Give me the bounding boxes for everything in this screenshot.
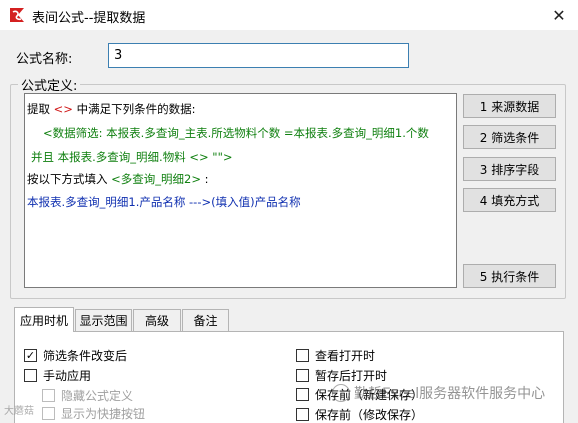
execute-condition-button[interactable]: 5 执行条件 xyxy=(463,264,556,288)
checkbox-icon[interactable] xyxy=(296,388,309,401)
formula-filter-line-2: 并且 本报表.多查询_明细.物料 <> ""> xyxy=(31,150,233,164)
tab-display-range[interactable]: 显示范围 xyxy=(75,309,132,331)
checkbox-icon[interactable] xyxy=(296,349,309,362)
formula-keyword: 提取 xyxy=(27,102,50,116)
checkbox-icon xyxy=(42,407,55,420)
sort-field-button[interactable]: 3 排序字段 xyxy=(463,157,556,181)
formula-source-table: <> xyxy=(53,102,73,116)
formula-keyword: 按以下方式填入 xyxy=(27,172,108,186)
formula-filter-line: <数据筛选: 本报表.多查询_主表.所选物料个数 =本报表.多查询_明细1.个数 xyxy=(43,126,429,140)
tab-advanced[interactable]: 高级 xyxy=(133,309,181,331)
checkbox-icon xyxy=(42,389,55,402)
option-hide-formula: 隐藏公式定义 xyxy=(42,387,133,404)
option-filter-change[interactable]: ✓ 筛选条件改变后 xyxy=(24,347,127,364)
option-label: 隐藏公式定义 xyxy=(61,389,134,403)
option-show-shortcut: 显示为快捷按钮 xyxy=(42,405,145,422)
formula-fill-line: 本报表.多查询_明细1.产品名称 --->(填入值)产品名称 xyxy=(27,195,301,209)
formula-name-input[interactable] xyxy=(108,43,409,68)
formula-definition-text[interactable]: 提取 <> 中满足下列条件的数据: <数据筛选: 本报表.多查询_主表.所选物料… xyxy=(24,93,457,288)
close-icon: ✕ xyxy=(552,5,566,25)
checkbox-icon[interactable] xyxy=(24,369,37,382)
option-label: 查看打开时 xyxy=(315,349,376,363)
fill-method-button[interactable]: 4 填充方式 xyxy=(463,188,556,212)
formula-text: 中满足下列条件的数据: xyxy=(76,102,196,116)
close-button[interactable]: ✕ xyxy=(540,0,578,30)
formula-definition-legend: 公式定义: xyxy=(18,75,81,94)
checkbox-checked-icon[interactable]: ✓ xyxy=(24,349,37,362)
red-swirl-logo-icon xyxy=(10,8,24,22)
checkbox-icon[interactable] xyxy=(296,369,309,382)
checkbox-icon[interactable] xyxy=(296,408,309,421)
option-view-open[interactable]: 查看打开时 xyxy=(296,347,375,364)
option-manual-apply[interactable]: 手动应用 xyxy=(24,367,91,384)
option-label: 保存前（新建保存） xyxy=(315,388,424,402)
option-save-before-new[interactable]: 保存前（新建保存） xyxy=(296,386,423,403)
filter-condition-button[interactable]: 2 筛选条件 xyxy=(463,125,556,149)
window-title: 表间公式--提取数据 xyxy=(32,11,146,26)
option-label: 保存前（修改保存） xyxy=(315,408,424,422)
formula-target-table: <多查询_明细2> xyxy=(111,172,201,186)
source-data-button[interactable]: 1 来源数据 xyxy=(463,94,556,118)
formula-name-label: 公式名称: xyxy=(16,52,73,67)
option-label: 手动应用 xyxy=(43,369,92,383)
tab-notes[interactable]: 备注 xyxy=(182,309,229,331)
option-label: 暂存后打开时 xyxy=(315,369,388,383)
title-bar: 表间公式--提取数据 ✕ xyxy=(0,0,578,30)
option-save-draft-open[interactable]: 暂存后打开时 xyxy=(296,367,387,384)
option-save-before-modify[interactable]: 保存前（修改保存） xyxy=(296,406,423,423)
option-label: 显示为快捷按钮 xyxy=(61,407,146,421)
formula-line-1: 提取 <> 中满足下列条件的数据: xyxy=(27,101,195,117)
option-label: 筛选条件改变后 xyxy=(43,349,128,363)
tab-apply-timing[interactable]: 应用时机 xyxy=(14,307,74,332)
formula-line-4: 按以下方式填入 <多查询_明细2> : xyxy=(27,171,209,187)
formula-text: : xyxy=(204,172,209,186)
